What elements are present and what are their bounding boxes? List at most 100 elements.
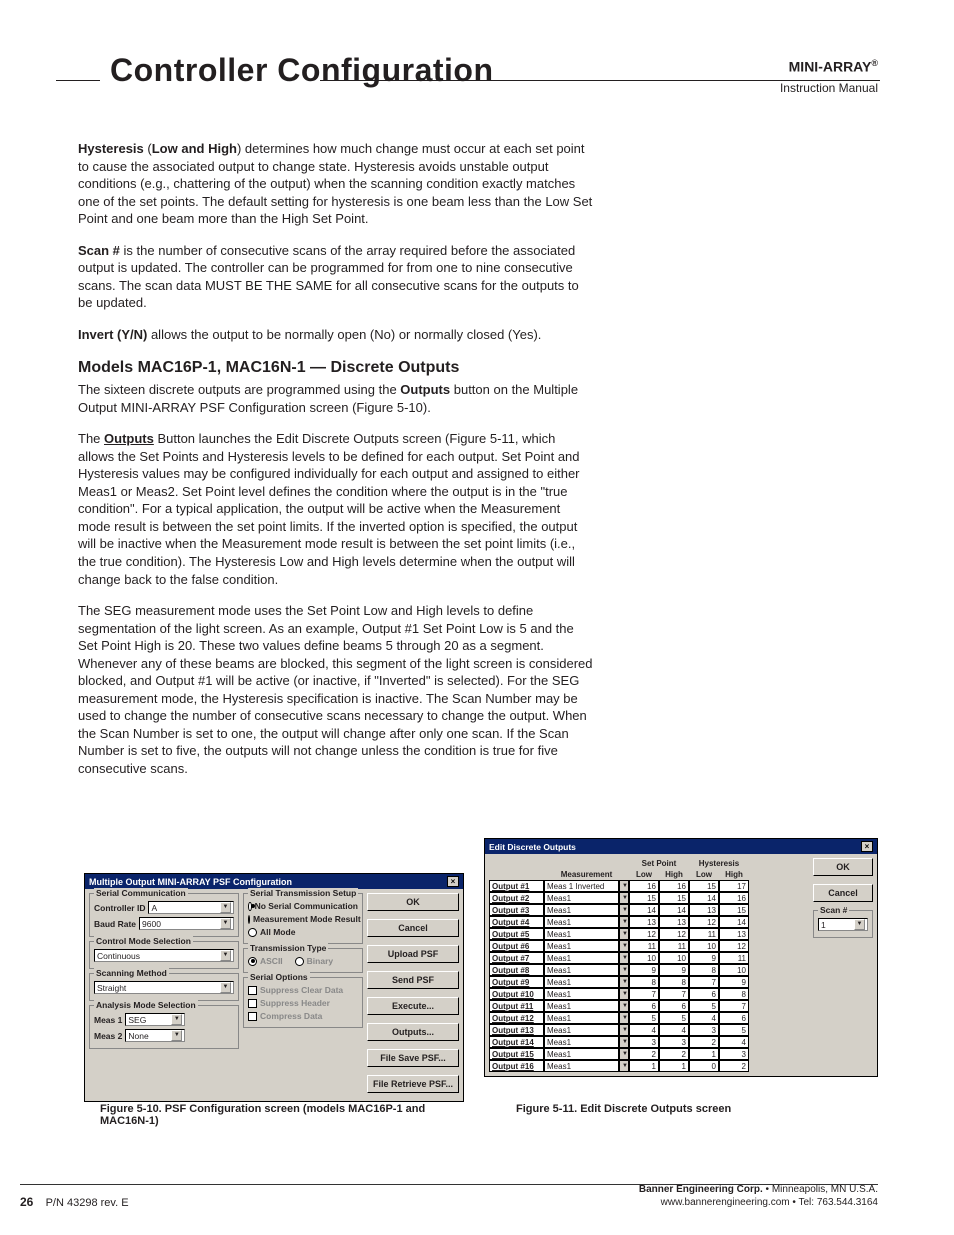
measurement-cell[interactable]: Meas1 bbox=[544, 928, 619, 940]
sp-high-cell[interactable]: 10 bbox=[659, 952, 689, 964]
file-retrieve-psf-button[interactable]: File Retrieve PSF... bbox=[367, 1075, 459, 1093]
sp-high-cell[interactable]: 5 bbox=[659, 1012, 689, 1024]
measurement-cell[interactable]: Meas 1 Inverted bbox=[544, 880, 619, 892]
measurement-cell[interactable]: Meas1 bbox=[544, 916, 619, 928]
sp-low-cell[interactable]: 4 bbox=[629, 1024, 659, 1036]
chevron-down-icon[interactable]: ▼ bbox=[619, 964, 629, 976]
hy-low-cell[interactable]: 10 bbox=[689, 940, 719, 952]
controller-id-select[interactable]: A▼ bbox=[148, 901, 234, 914]
chevron-down-icon[interactable]: ▼ bbox=[619, 928, 629, 940]
chevron-down-icon[interactable]: ▼ bbox=[619, 1036, 629, 1048]
sp-high-cell[interactable]: 6 bbox=[659, 1000, 689, 1012]
hy-high-cell[interactable]: 2 bbox=[719, 1060, 749, 1072]
chevron-down-icon[interactable]: ▼ bbox=[220, 982, 231, 993]
close-icon[interactable]: × bbox=[447, 876, 459, 887]
hy-high-cell[interactable]: 13 bbox=[719, 928, 749, 940]
sp-low-cell[interactable]: 13 bbox=[629, 916, 659, 928]
sp-high-cell[interactable]: 1 bbox=[659, 1060, 689, 1072]
send-psf-button[interactable]: Send PSF bbox=[367, 971, 459, 989]
chevron-down-icon[interactable]: ▼ bbox=[619, 916, 629, 928]
hy-high-cell[interactable]: 5 bbox=[719, 1024, 749, 1036]
ok-button[interactable]: OK bbox=[367, 893, 459, 911]
measurement-cell[interactable]: Meas1 bbox=[544, 964, 619, 976]
scanning-method-select[interactable]: Straight▼ bbox=[94, 981, 234, 994]
hy-low-cell[interactable]: 5 bbox=[689, 1000, 719, 1012]
measurement-cell[interactable]: Meas1 bbox=[544, 1036, 619, 1048]
hy-high-cell[interactable]: 9 bbox=[719, 976, 749, 988]
sp-low-cell[interactable]: 15 bbox=[629, 892, 659, 904]
sp-high-cell[interactable]: 3 bbox=[659, 1036, 689, 1048]
measurement-cell[interactable]: Meas1 bbox=[544, 1012, 619, 1024]
hy-high-cell[interactable]: 11 bbox=[719, 952, 749, 964]
measurement-cell[interactable]: Meas1 bbox=[544, 976, 619, 988]
chevron-down-icon[interactable]: ▼ bbox=[619, 940, 629, 952]
hy-low-cell[interactable]: 11 bbox=[689, 928, 719, 940]
hy-low-cell[interactable]: 2 bbox=[689, 1036, 719, 1048]
hy-low-cell[interactable]: 3 bbox=[689, 1024, 719, 1036]
chevron-down-icon[interactable]: ▼ bbox=[619, 1048, 629, 1060]
sp-high-cell[interactable]: 7 bbox=[659, 988, 689, 1000]
chevron-down-icon[interactable]: ▼ bbox=[619, 1000, 629, 1012]
chevron-down-icon[interactable]: ▼ bbox=[220, 918, 231, 929]
hy-low-cell[interactable]: 9 bbox=[689, 952, 719, 964]
hy-high-cell[interactable]: 15 bbox=[719, 904, 749, 916]
hy-high-cell[interactable]: 12 bbox=[719, 940, 749, 952]
sp-low-cell[interactable]: 8 bbox=[629, 976, 659, 988]
sp-low-cell[interactable]: 5 bbox=[629, 1012, 659, 1024]
radio-all-mode[interactable] bbox=[248, 928, 257, 937]
baud-rate-select[interactable]: 9600▼ bbox=[139, 917, 234, 930]
radio-binary[interactable] bbox=[295, 957, 304, 966]
control-mode-select[interactable]: Continuous▼ bbox=[94, 949, 234, 962]
chevron-down-icon[interactable]: ▼ bbox=[619, 892, 629, 904]
hy-low-cell[interactable]: 15 bbox=[689, 880, 719, 892]
chevron-down-icon[interactable]: ▼ bbox=[854, 919, 865, 930]
radio-ascii[interactable] bbox=[248, 957, 257, 966]
measurement-cell[interactable]: Meas1 bbox=[544, 1000, 619, 1012]
check-suppress-header[interactable] bbox=[248, 999, 257, 1008]
hy-high-cell[interactable]: 4 bbox=[719, 1036, 749, 1048]
meas1-select[interactable]: SEG▼ bbox=[125, 1013, 185, 1026]
measurement-cell[interactable]: Meas1 bbox=[544, 1060, 619, 1072]
sp-low-cell[interactable]: 10 bbox=[629, 952, 659, 964]
radio-mmr[interactable] bbox=[248, 915, 250, 924]
sp-high-cell[interactable]: 13 bbox=[659, 916, 689, 928]
chevron-down-icon[interactable]: ▼ bbox=[619, 1060, 629, 1072]
cancel-button[interactable]: Cancel bbox=[367, 919, 459, 937]
hy-low-cell[interactable]: 4 bbox=[689, 1012, 719, 1024]
chevron-down-icon[interactable]: ▼ bbox=[619, 952, 629, 964]
measurement-cell[interactable]: Meas1 bbox=[544, 988, 619, 1000]
hy-low-cell[interactable]: 13 bbox=[689, 904, 719, 916]
ok-button[interactable]: OK bbox=[813, 858, 873, 876]
hy-low-cell[interactable]: 12 bbox=[689, 916, 719, 928]
cancel-button[interactable]: Cancel bbox=[813, 884, 873, 902]
file-save-psf-button[interactable]: File Save PSF... bbox=[367, 1049, 459, 1067]
chevron-down-icon[interactable]: ▼ bbox=[619, 1024, 629, 1036]
chevron-down-icon[interactable]: ▼ bbox=[619, 904, 629, 916]
chevron-down-icon[interactable]: ▼ bbox=[220, 950, 231, 961]
check-compress-data[interactable] bbox=[248, 1012, 257, 1021]
sp-high-cell[interactable]: 14 bbox=[659, 904, 689, 916]
chevron-down-icon[interactable]: ▼ bbox=[619, 988, 629, 1000]
sp-low-cell[interactable]: 7 bbox=[629, 988, 659, 1000]
execute-button[interactable]: Execute... bbox=[367, 997, 459, 1015]
chevron-down-icon[interactable]: ▼ bbox=[619, 880, 629, 892]
hy-high-cell[interactable]: 16 bbox=[719, 892, 749, 904]
measurement-cell[interactable]: Meas1 bbox=[544, 892, 619, 904]
hy-low-cell[interactable]: 1 bbox=[689, 1048, 719, 1060]
chevron-down-icon[interactable]: ▼ bbox=[171, 1030, 182, 1041]
hy-high-cell[interactable]: 10 bbox=[719, 964, 749, 976]
chevron-down-icon[interactable]: ▼ bbox=[619, 976, 629, 988]
measurement-cell[interactable]: Meas1 bbox=[544, 952, 619, 964]
sp-high-cell[interactable]: 2 bbox=[659, 1048, 689, 1060]
chevron-down-icon[interactable]: ▼ bbox=[619, 1012, 629, 1024]
close-icon[interactable]: × bbox=[861, 841, 873, 852]
hy-low-cell[interactable]: 14 bbox=[689, 892, 719, 904]
measurement-cell[interactable]: Meas1 bbox=[544, 940, 619, 952]
meas2-select[interactable]: None▼ bbox=[125, 1029, 185, 1042]
hy-high-cell[interactable]: 17 bbox=[719, 880, 749, 892]
upload-psf-button[interactable]: Upload PSF bbox=[367, 945, 459, 963]
sp-high-cell[interactable]: 11 bbox=[659, 940, 689, 952]
sp-low-cell[interactable]: 1 bbox=[629, 1060, 659, 1072]
sp-low-cell[interactable]: 11 bbox=[629, 940, 659, 952]
sp-high-cell[interactable]: 4 bbox=[659, 1024, 689, 1036]
